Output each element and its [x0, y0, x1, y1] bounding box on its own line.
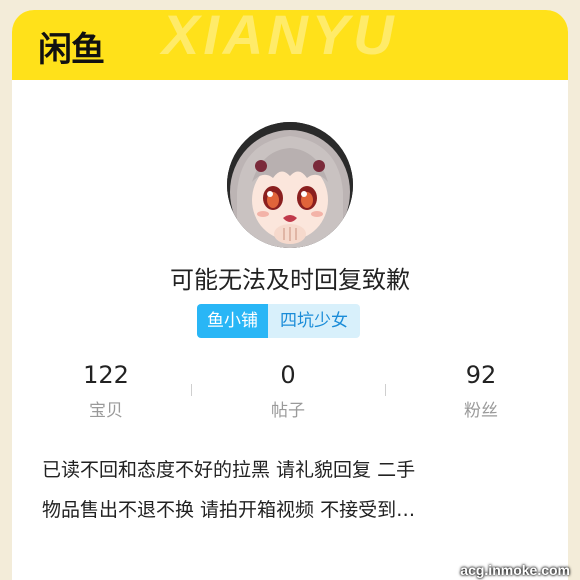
stat-posts-label: 帖子 — [271, 401, 305, 421]
stat-posts[interactable]: 0 帖子 — [228, 360, 348, 421]
bio-line: 已读不回和态度不好的拉黑 请礼貌回复 二手 — [42, 459, 416, 481]
shop-tag[interactable]: 鱼小铺 — [197, 304, 268, 338]
stat-fans[interactable]: 92 粉丝 — [421, 360, 541, 421]
stat-fans-label: 粉丝 — [464, 401, 498, 421]
stat-posts-value: 0 — [280, 361, 296, 389]
source-watermark: acg.inmoke.com — [460, 562, 570, 578]
stat-items[interactable]: 122 宝贝 — [46, 360, 166, 421]
stat-items-label: 宝贝 — [89, 401, 123, 421]
header-watermark: XIANYU — [162, 10, 398, 66]
avatar[interactable] — [227, 122, 353, 248]
shop-tag-label: 鱼小铺 — [207, 311, 258, 331]
title-tag[interactable]: 四坑少女 — [268, 304, 360, 338]
stat-items-value: 122 — [83, 361, 129, 389]
avatar-anime-girl-icon — [227, 122, 353, 248]
nickname: 可能无法及时回复致歉 — [170, 266, 410, 294]
bio-line: 物品售出不退不换 请拍开箱视频 不接受到… — [42, 499, 416, 521]
profile-tags: 鱼小铺 四坑少女 — [197, 304, 360, 338]
stats-row: 122 宝贝 0 帖子 92 粉丝 — [12, 360, 568, 430]
app-logo: 闲鱼 — [38, 30, 105, 70]
app-header: XIANYU 闲鱼 — [12, 10, 568, 80]
bio-text: 已读不回和态度不好的拉黑 请礼貌回复 二手 物品售出不退不换 请拍开箱视频 不接… — [42, 450, 542, 530]
stat-divider — [191, 384, 192, 396]
profile-card: XIANYU 闲鱼 可能无法及时回复致歉 鱼小铺 四坑少女 122 宝贝 0 帖… — [12, 10, 568, 580]
stat-fans-value: 92 — [465, 361, 497, 389]
stat-divider — [385, 384, 386, 396]
